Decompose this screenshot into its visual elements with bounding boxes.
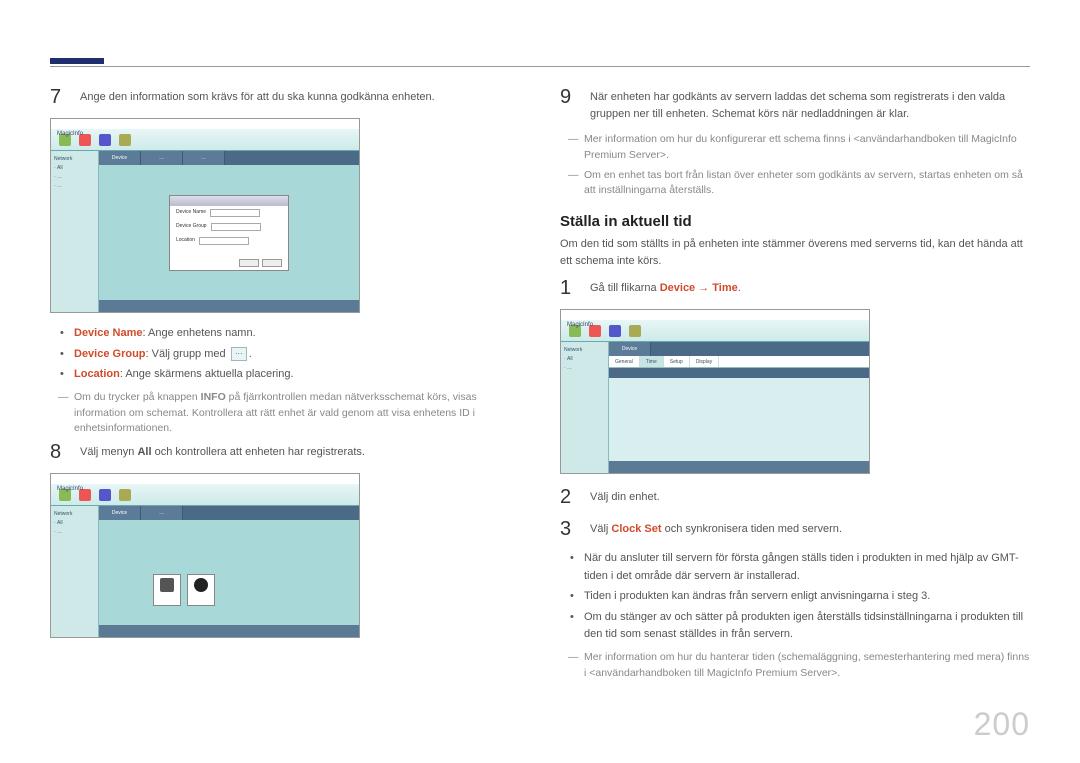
step-3-time: 3 Välj Clock Set och synkronisera tiden … [560, 518, 1030, 540]
note-info-button: Om du trycker på knappen INFO på fjärrko… [50, 390, 520, 437]
bullet-change-step3: Tiden i produkten kan ändras från server… [584, 588, 1030, 606]
step-number: 7 [50, 86, 66, 108]
step-number: 1 [560, 277, 576, 299]
step-text: Välj Clock Set och synkronisera tiden me… [590, 518, 1030, 540]
note-schema-config: Mer information om hur du konfigurerar e… [560, 132, 1030, 164]
device-info-bullets: Device Name: Ange enhetens namn. Device … [50, 325, 520, 384]
section-intro: Om den tid som ställts in på enheten int… [560, 236, 1030, 269]
note-time-manual: Mer information om hur du hanterar tiden… [560, 650, 1030, 682]
screenshot-device-time: MagicInfo Network· All· … Device General… [560, 309, 870, 474]
bullet-power-cycle: Om du stänger av och sätter på produkten… [584, 609, 1030, 644]
bullet-device-group: Device Group: Välj grupp med . [74, 346, 520, 364]
screenshot-logo: MagicInfo [57, 131, 83, 137]
step-number: 8 [50, 441, 66, 463]
step-text: Ange den information som krävs för att d… [80, 86, 520, 108]
step-text: Gå till flikarna Device → Time. [590, 277, 1030, 299]
screenshot-all-menu: MagicInfo Network· All· … Device… [50, 473, 360, 638]
left-column: 7 Ange den information som krävs för att… [50, 86, 520, 685]
step-number: 3 [560, 518, 576, 540]
step-number: 9 [560, 86, 576, 122]
approve-dialog: Device Name Device Group Location [169, 195, 289, 271]
step-2-time: 2 Välj din enhet. [560, 486, 1030, 508]
header-accent [50, 58, 104, 64]
step-9: 9 När enheten har godkänts av servern la… [560, 86, 1030, 122]
page-number: 200 [974, 706, 1030, 743]
step-7: 7 Ange den information som krävs för att… [50, 86, 520, 108]
group-picker-icon [231, 347, 247, 361]
time-notes-bullets: När du ansluter till servern för första … [560, 550, 1030, 644]
bullet-device-name: Device Name: Ange enhetens namn. [74, 325, 520, 343]
note-device-removed: Om en enhet tas bort från listan över en… [560, 168, 1030, 200]
screenshot-approve-device: MagicInfo Network· All· …· … Device…… De… [50, 118, 360, 313]
header-rule [50, 66, 1030, 67]
bullet-location: Location: Ange skärmens aktuella placeri… [74, 366, 520, 384]
right-column: 9 När enheten har godkänts av servern la… [560, 86, 1030, 685]
page-content: 7 Ange den information som krävs för att… [0, 0, 1080, 715]
step-8: 8 Välj menyn All och kontrollera att enh… [50, 441, 520, 463]
step-text: När enheten har godkänts av servern ladd… [590, 86, 1030, 122]
section-heading-set-time: Ställa in aktuell tid [560, 213, 1030, 230]
bullet-gmt: När du ansluter till servern för första … [584, 550, 1030, 585]
step-number: 2 [560, 486, 576, 508]
step-1-time: 1 Gå till flikarna Device → Time. [560, 277, 1030, 299]
step-text: Välj menyn All och kontrollera att enhet… [80, 441, 520, 463]
step-text: Välj din enhet. [590, 486, 1030, 508]
